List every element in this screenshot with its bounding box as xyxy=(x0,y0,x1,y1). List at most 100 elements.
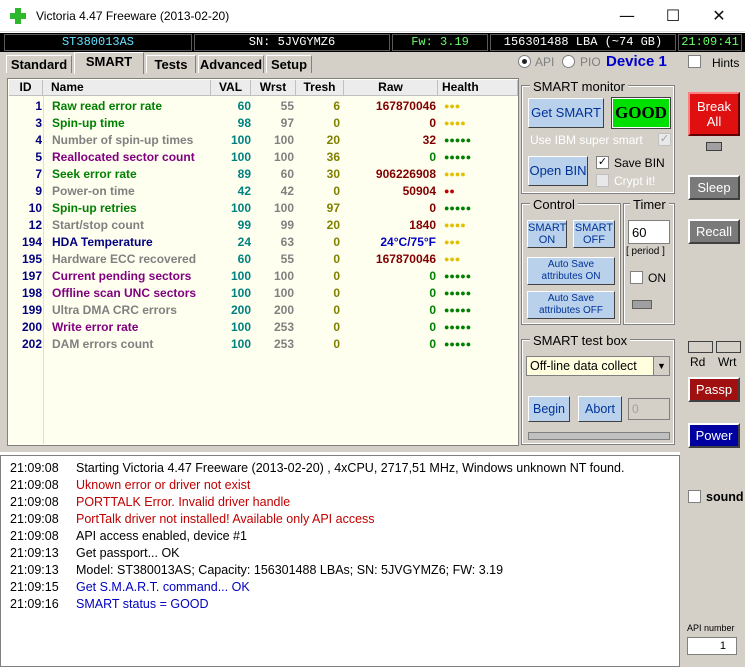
timer-on-label: ON xyxy=(648,271,666,285)
timer-on-checkbox[interactable] xyxy=(630,271,643,284)
table-row[interactable]: 199 Ultra DMA CRC errors 200 200 0 0 ●●●●● xyxy=(8,302,518,319)
attr-wrst: 55 xyxy=(280,99,294,113)
column-header-health[interactable]: Health xyxy=(438,80,518,96)
api-radio[interactable] xyxy=(518,55,531,68)
log-message: SMART status = GOOD xyxy=(76,597,209,611)
test-value-field[interactable]: 0 xyxy=(628,398,670,420)
column-header-name[interactable]: Name xyxy=(43,80,211,96)
log-time: 21:09:08 xyxy=(10,495,59,509)
break-indicator xyxy=(706,142,722,151)
table-row[interactable]: 3 Spin-up time 98 97 0 0 ●●●● xyxy=(8,115,518,132)
minimize-button[interactable]: — xyxy=(604,0,650,32)
auto-save-on-button[interactable]: Auto Save attributes ON xyxy=(527,257,615,285)
log-message: Get S.M.A.R.T. command... OK xyxy=(76,580,250,594)
sound-checkbox[interactable] xyxy=(688,490,701,503)
break-all-button[interactable]: Break All xyxy=(688,92,740,136)
hints-checkbox[interactable] xyxy=(688,55,701,68)
column-header-tresh[interactable]: Tresh xyxy=(296,80,344,96)
attr-raw: 32 xyxy=(422,133,436,147)
tab-smart[interactable]: SMART xyxy=(74,52,144,74)
table-row[interactable]: 10 Spin-up retries 100 100 97 0 ●●●●● xyxy=(8,200,518,217)
api-number-label: API number xyxy=(687,623,735,633)
column-header-id[interactable]: ID xyxy=(9,80,43,96)
attr-raw: 0 xyxy=(429,201,436,215)
passp-button[interactable]: Passp xyxy=(688,377,740,402)
table-row[interactable]: 12 Start/stop count 99 99 20 1840 ●●●● xyxy=(8,217,518,234)
log-line: 21:09:13 Get passport... OK xyxy=(10,545,180,562)
smart-on-button[interactable]: SMART ON xyxy=(527,220,567,248)
smart-off-button[interactable]: SMART OFF xyxy=(573,220,615,248)
attr-raw: 0 xyxy=(429,150,436,164)
attr-id: 202 xyxy=(21,337,42,351)
api-number-field[interactable]: 1 xyxy=(687,637,737,655)
log-line: 21:09:08 PortTalk driver not installed! A… xyxy=(10,511,375,528)
device-label[interactable]: Device 1 xyxy=(606,53,667,70)
attr-name: Raw read error rate xyxy=(52,99,163,113)
attr-wrst: 100 xyxy=(273,269,294,283)
save-bin-checkbox[interactable]: ✓ xyxy=(596,156,609,169)
attr-val: 89 xyxy=(237,167,251,181)
table-row[interactable]: 1 Raw read error rate 60 55 6 167870046 ●●● xyxy=(8,98,518,115)
attr-id: 7 xyxy=(35,167,42,181)
attr-tresh: 0 xyxy=(333,286,340,300)
column-header-wrst[interactable]: Wrst xyxy=(251,80,296,96)
log-message: Model: ST380013AS; Capacity: 156301488 L… xyxy=(76,563,504,577)
table-row[interactable]: 197 Current pending sectors 100 100 0 0 ●●●●● xyxy=(8,268,518,285)
log-time: 21:09:13 xyxy=(10,546,59,560)
chevron-down-icon[interactable]: ▼ xyxy=(653,357,669,375)
attr-raw: 0 xyxy=(429,320,436,334)
tab-standard[interactable]: Standard xyxy=(6,55,72,73)
attr-raw: 1840 xyxy=(409,218,436,232)
table-row[interactable]: 9 Power-on time 42 42 0 50904 ●● xyxy=(8,183,518,200)
auto-save-off-button[interactable]: Auto Save attributes OFF xyxy=(527,291,615,319)
attr-health: ●●●●● xyxy=(444,271,472,281)
log-line: 21:09:08 API access enabled, device #1 xyxy=(10,528,247,545)
close-button[interactable]: ✕ xyxy=(696,0,742,32)
attr-raw: 0 xyxy=(429,116,436,130)
log-line: 21:09:08 PORTTALK Error. Invalid driver h… xyxy=(10,494,290,511)
drive-model: ST380013AS xyxy=(4,34,192,51)
begin-button[interactable]: Begin xyxy=(528,396,570,422)
attr-wrst: 97 xyxy=(280,116,294,130)
attr-val: 100 xyxy=(230,320,251,334)
title-bar: Victoria 4.47 Freeware (2013-02-20) — ☐ … xyxy=(0,0,745,32)
sleep-button[interactable]: Sleep xyxy=(688,175,740,200)
tab-setup[interactable]: Setup xyxy=(266,55,312,73)
use-ibm-checkbox[interactable]: ✓ xyxy=(658,133,671,146)
attr-health: ●●● xyxy=(444,101,461,111)
table-row[interactable]: 5 Reallocated sector count 100 100 36 0 ●●●●● xyxy=(8,149,518,166)
test-type-select[interactable]: Off-line data collect ▼ xyxy=(526,356,670,376)
attr-tresh: 30 xyxy=(326,167,340,181)
log-message: Uknown error or driver not exist xyxy=(76,478,251,492)
tab-tests[interactable]: Tests xyxy=(146,55,196,73)
attr-val: 60 xyxy=(237,99,251,113)
pio-radio[interactable] xyxy=(562,55,575,68)
crypt-it-checkbox[interactable] xyxy=(596,174,609,187)
attr-tresh: 97 xyxy=(326,201,340,215)
attr-val: 100 xyxy=(230,133,251,147)
timer-period-input[interactable]: 60 xyxy=(628,220,670,244)
column-header-raw[interactable]: Raw xyxy=(344,80,438,96)
attr-val: 100 xyxy=(230,337,251,351)
table-row[interactable]: 200 Write error rate 100 253 0 0 ●●●●● xyxy=(8,319,518,336)
table-row[interactable]: 198 Offline scan UNC sectors 100 100 0 0 ●●●●● xyxy=(8,285,518,302)
log-time: 21:09:08 xyxy=(10,461,59,475)
recall-button[interactable]: Recall xyxy=(688,219,740,244)
tab-advanced[interactable]: Advanced xyxy=(198,55,264,73)
power-button[interactable]: Power xyxy=(688,423,740,448)
crypt-it-label: Crypt it! xyxy=(614,174,656,188)
column-header-val[interactable]: VAL xyxy=(211,80,251,96)
attr-name: Start/stop count xyxy=(52,218,144,232)
open-bin-button[interactable]: Open BIN xyxy=(528,156,588,186)
abort-button[interactable]: Abort xyxy=(578,396,622,422)
table-row[interactable]: 4 Number of spin-up times 100 100 20 32 ●●●●● xyxy=(8,132,518,149)
attr-tresh: 0 xyxy=(333,184,340,198)
get-smart-button[interactable]: Get SMART xyxy=(528,98,604,128)
table-row[interactable]: 194 HDA Temperature 24 63 0 24°C/75°F ●●● xyxy=(8,234,518,251)
table-row[interactable]: 7 Seek error rate 89 60 30 906226908 ●●●● xyxy=(8,166,518,183)
maximize-button[interactable]: ☐ xyxy=(650,0,696,32)
attr-name: Current pending sectors xyxy=(52,269,192,283)
table-row[interactable]: 202 DAM errors count 100 253 0 0 ●●●●● xyxy=(8,336,518,353)
table-row[interactable]: 195 Hardware ECC recovered 60 55 0 167870046 ●… xyxy=(8,251,518,268)
attr-val: 100 xyxy=(230,269,251,283)
